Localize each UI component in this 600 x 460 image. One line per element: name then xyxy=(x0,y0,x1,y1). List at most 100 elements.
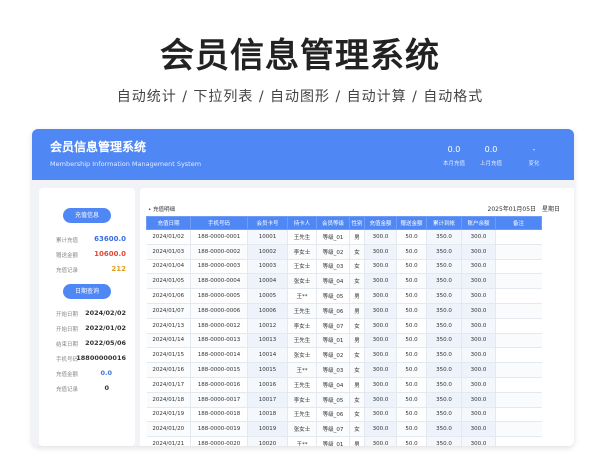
table-cell: 300.0 xyxy=(461,303,496,319)
table-cell: 10005 xyxy=(247,288,288,304)
recharge-table: 充值日期 手机号码 会员卡号 持卡人 会员等级 性别 充值金额 赠送金额 累计到帐 账户余额 备注 … xyxy=(146,216,542,446)
query-end-date[interactable]: 结束日期 2022/05/06 xyxy=(56,338,126,350)
table-cell: 50.0 xyxy=(396,436,427,446)
table-cell: 男 xyxy=(349,333,365,349)
table-row[interactable]: 2024/01/21 188-0000-0020 10020 王** 等级_01 男 300… xyxy=(146,436,542,446)
hero-subtitle: 自动统计 / 下拉列表 / 自动图形 / 自动计算 / 自动格式 xyxy=(116,89,484,105)
table-cell: 300.0 xyxy=(364,421,397,438)
table-cell: 10016 xyxy=(247,377,288,393)
table-cell: 188-0000-0015 xyxy=(190,362,248,378)
table-cell: 等级_03 xyxy=(316,362,350,378)
table-header: 充值日期 手机号码 会员卡号 持卡人 会员等级 性别 充值金额 赠送金额 累计到帐 账户余额 备注 xyxy=(146,216,542,230)
date-query-button[interactable]: 日期查询 xyxy=(63,284,111,299)
query-start-date-2[interactable]: 开始日期 2022/01/02 xyxy=(56,323,126,335)
table-cell: 10017 xyxy=(247,392,288,408)
table-cell: 350.0 xyxy=(426,392,462,408)
table-cell: 王先生 xyxy=(287,303,317,319)
column-header[interactable]: 备注 xyxy=(495,216,542,230)
table-cell: 10015 xyxy=(247,362,288,378)
table-cell: 188-0000-0001 xyxy=(190,229,248,245)
table-cell: 300.0 xyxy=(364,244,397,260)
table-cell: 10001 xyxy=(247,229,288,245)
table-row[interactable]: 2024/01/04 188-0000-0003 10003 王女士 等级_03 女 300… xyxy=(146,259,542,275)
table-cell: 女 xyxy=(349,421,365,438)
table-cell: 300.0 xyxy=(461,318,496,334)
app-title: 会员信息管理系统 xyxy=(50,140,147,154)
current-date: 2025年01月05日 星期日 xyxy=(488,204,560,213)
table-cell: 男 xyxy=(349,229,365,245)
table-row[interactable]: 2024/01/07 188-0000-0006 10006 王先生 等级_06 男 300… xyxy=(146,303,542,319)
table-cell xyxy=(495,362,542,378)
column-header[interactable]: 会员卡号 xyxy=(247,216,288,230)
table-cell: 2024/01/16 xyxy=(146,362,191,378)
table-row[interactable]: 2024/01/13 188-0000-0012 10012 李女士 等级_07 女 300… xyxy=(146,318,542,334)
table-cell: 2024/01/14 xyxy=(146,333,191,349)
column-header[interactable]: 累计到帐 xyxy=(426,216,462,230)
column-header[interactable]: 赠送金额 xyxy=(396,216,427,230)
column-header[interactable]: 持卡人 xyxy=(287,216,317,230)
table-cell: 300.0 xyxy=(364,392,397,408)
table-cell: 等级_06 xyxy=(316,303,350,319)
table-row[interactable]: 2024/01/18 188-0000-0017 10017 李女士 等级_05 女 300… xyxy=(146,392,542,408)
table-cell: 2024/01/13 xyxy=(146,318,191,334)
table-cell xyxy=(495,229,542,245)
table-cell: 10013 xyxy=(247,333,288,349)
table-cell: 等级_01 xyxy=(316,229,350,245)
column-header[interactable]: 会员等级 xyxy=(316,216,350,230)
table-row[interactable]: 2024/01/03 188-0000-0002 10002 李女士 等级_02 女 300… xyxy=(146,244,542,260)
query-recharge-amount: 充值金额 0.0 xyxy=(56,368,126,380)
column-header[interactable]: 充值金额 xyxy=(364,216,397,230)
table-cell: 300.0 xyxy=(461,229,496,245)
query-value: 0 xyxy=(104,384,109,392)
table-row[interactable]: 2024/01/20 188-0000-0019 10019 张女士 等级_07 女 300… xyxy=(146,421,542,438)
hero-title: 会员信息管理系统 xyxy=(160,36,440,76)
table-cell xyxy=(495,347,542,364)
table-row[interactable]: 2024/01/16 188-0000-0015 10015 王** 等级_03 女 300… xyxy=(146,362,542,378)
query-start-date[interactable]: 开始日期 2024/02/02 xyxy=(56,308,126,320)
table-cell: 300.0 xyxy=(364,259,397,275)
stat-label: 变化 xyxy=(528,161,540,167)
table-cell: 50.0 xyxy=(396,288,427,304)
table-cell: 300.0 xyxy=(461,259,496,275)
table-cell: 50.0 xyxy=(396,318,427,334)
summary-value: 63600.0 xyxy=(94,235,126,243)
column-header[interactable]: 账户余额 xyxy=(461,216,496,230)
table-cell: 等级_06 xyxy=(316,407,350,423)
table-cell: 50.0 xyxy=(396,362,427,378)
table-row[interactable]: 2024/01/15 188-0000-0014 10014 张女士 等级_02 女 300… xyxy=(146,347,542,364)
header-banner: 会员信息管理系统 Membership Information Manageme… xyxy=(32,129,574,180)
recharge-info-button[interactable]: 充值信息 xyxy=(63,208,111,223)
table-cell: 300.0 xyxy=(461,407,496,423)
column-header[interactable]: 充值日期 xyxy=(146,216,191,230)
table-cell: 50.0 xyxy=(396,347,427,364)
stat-value: 0.0 xyxy=(447,145,461,154)
column-header[interactable]: 手机号码 xyxy=(190,216,248,230)
table-row[interactable]: 2024/01/14 188-0000-0013 10013 王先生 等级_01 男 300… xyxy=(146,333,542,349)
table-row[interactable]: 2024/01/19 188-0000-0018 10018 王先生 等级_06 女 300… xyxy=(146,407,542,423)
table-cell: 188-0000-0006 xyxy=(190,303,248,319)
table-cell: 2024/01/15 xyxy=(146,347,191,364)
table-cell: 188-0000-0012 xyxy=(190,318,248,334)
table-cell: 300.0 xyxy=(461,347,496,364)
table-cell: 50.0 xyxy=(396,377,427,393)
table-cell: 10006 xyxy=(247,303,288,319)
table-cell: 张女士 xyxy=(287,273,317,290)
stat-change: - 变化 xyxy=(514,145,554,167)
summary-value: 212 xyxy=(111,265,126,273)
table-row[interactable]: 2024/01/02 188-0000-0001 10001 王先生 等级_01 男 300… xyxy=(146,229,542,245)
table-cell: 300.0 xyxy=(461,333,496,349)
table-row[interactable]: 2024/01/17 188-0000-0016 10016 王先生 等级_04 男 300… xyxy=(146,377,542,393)
table-cell: 10004 xyxy=(247,273,288,290)
table-cell: 188-0000-0020 xyxy=(190,436,248,446)
table-cell: 男 xyxy=(349,436,365,446)
table-cell: 300.0 xyxy=(364,436,397,446)
table-cell: 2024/01/02 xyxy=(146,229,191,245)
query-key: 开始日期 xyxy=(56,327,79,333)
table-cell: 50.0 xyxy=(396,407,427,423)
table-row[interactable]: 2024/01/06 188-0000-0005 10005 王** 等级_05 男 300… xyxy=(146,288,542,304)
table-cell: 300.0 xyxy=(364,229,397,245)
table-row[interactable]: 2024/01/05 188-0000-0004 10004 张女士 等级_04 女 300… xyxy=(146,273,542,290)
query-phone[interactable]: 手机号码 18800000016 xyxy=(56,353,126,365)
column-header[interactable]: 性别 xyxy=(349,216,365,230)
table-cell: 2024/01/06 xyxy=(146,288,191,304)
